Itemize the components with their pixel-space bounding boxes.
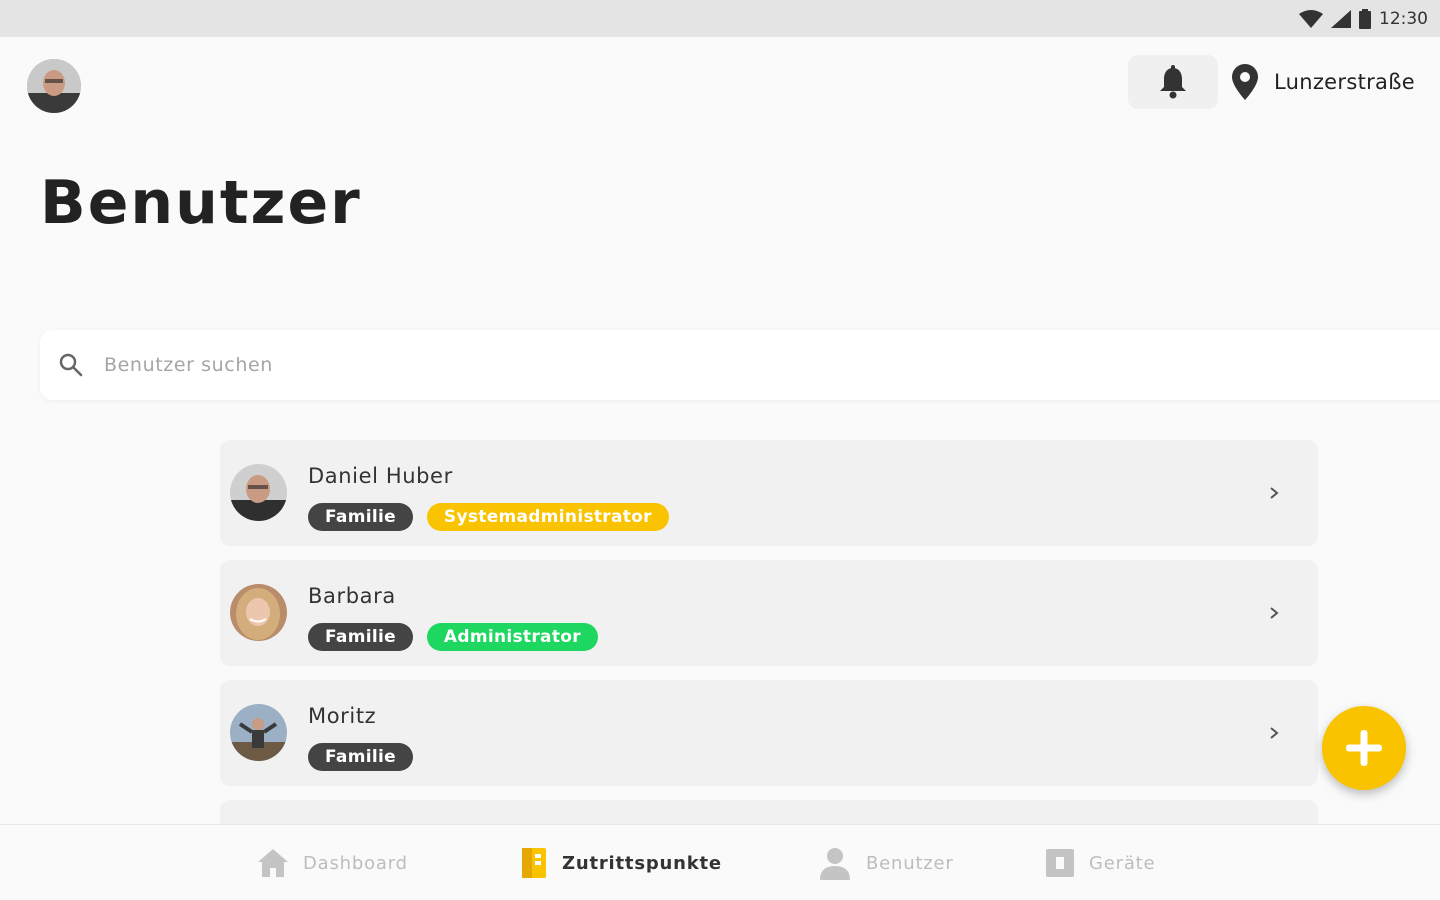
location-selector[interactable]: Lunzerstraße bbox=[1232, 60, 1415, 104]
group-badge: Familie bbox=[308, 503, 413, 531]
role-badge: Administrator bbox=[426, 623, 598, 651]
nav-zutrittspunkte[interactable]: Zutrittspunkte bbox=[520, 825, 722, 900]
chevron-right-icon bbox=[1270, 607, 1279, 619]
notifications-button[interactable] bbox=[1128, 55, 1218, 109]
user-avatar bbox=[230, 704, 287, 761]
user-badges: Familie bbox=[308, 743, 413, 771]
plus-icon bbox=[1346, 730, 1382, 766]
user-name: Moritz bbox=[308, 704, 377, 728]
nav-label: Geräte bbox=[1089, 852, 1156, 874]
home-icon bbox=[258, 849, 288, 877]
page-title: Benutzer bbox=[40, 168, 362, 238]
status-time: 12:30 bbox=[1379, 8, 1428, 29]
location-pin-icon bbox=[1232, 64, 1258, 100]
add-user-button[interactable] bbox=[1322, 706, 1406, 790]
status-bar: 12:30 bbox=[0, 0, 1440, 37]
user-badges: Familie Administrator bbox=[308, 623, 598, 651]
group-badge: Familie bbox=[308, 743, 413, 771]
nav-label: Zutrittspunkte bbox=[562, 852, 722, 874]
location-label: Lunzerstraße bbox=[1274, 70, 1415, 94]
nav-label: Dashboard bbox=[303, 852, 408, 874]
profile-avatar[interactable] bbox=[27, 59, 81, 113]
nav-benutzer[interactable]: Benutzer bbox=[818, 825, 954, 900]
user-card-moritz[interactable]: Moritz Familie bbox=[220, 680, 1318, 786]
user-name: Barbara bbox=[308, 584, 396, 608]
battery-icon bbox=[1359, 8, 1371, 29]
bell-icon bbox=[1160, 65, 1186, 99]
bottom-navigation: Dashboard Zutrittspunkte Benutzer Geräte bbox=[0, 824, 1440, 900]
role-badge: Systemadministrator bbox=[426, 503, 669, 531]
user-card-daniel-huber[interactable]: Daniel Huber Familie Systemadministrator bbox=[220, 440, 1318, 546]
person-icon bbox=[820, 848, 850, 880]
search-bar[interactable] bbox=[40, 330, 1440, 400]
search-input[interactable] bbox=[104, 354, 704, 376]
user-card-barbara[interactable]: Barbara Familie Administrator bbox=[220, 560, 1318, 666]
nav-label: Benutzer bbox=[866, 852, 954, 874]
search-icon bbox=[59, 353, 83, 377]
user-name: Daniel Huber bbox=[308, 464, 453, 488]
group-badge: Familie bbox=[308, 623, 413, 651]
user-avatar bbox=[230, 464, 287, 521]
user-badges: Familie Systemadministrator bbox=[308, 503, 669, 531]
nav-geraete[interactable]: Geräte bbox=[1045, 825, 1155, 900]
nav-dashboard[interactable]: Dashboard bbox=[257, 825, 408, 900]
chevron-right-icon bbox=[1270, 487, 1279, 499]
user-avatar bbox=[230, 584, 287, 641]
wifi-icon bbox=[1299, 9, 1323, 28]
status-icons: 12:30 bbox=[1299, 0, 1428, 37]
device-icon bbox=[1046, 849, 1074, 877]
door-icon bbox=[522, 848, 546, 878]
signal-icon bbox=[1331, 9, 1351, 28]
chevron-right-icon bbox=[1270, 727, 1279, 739]
